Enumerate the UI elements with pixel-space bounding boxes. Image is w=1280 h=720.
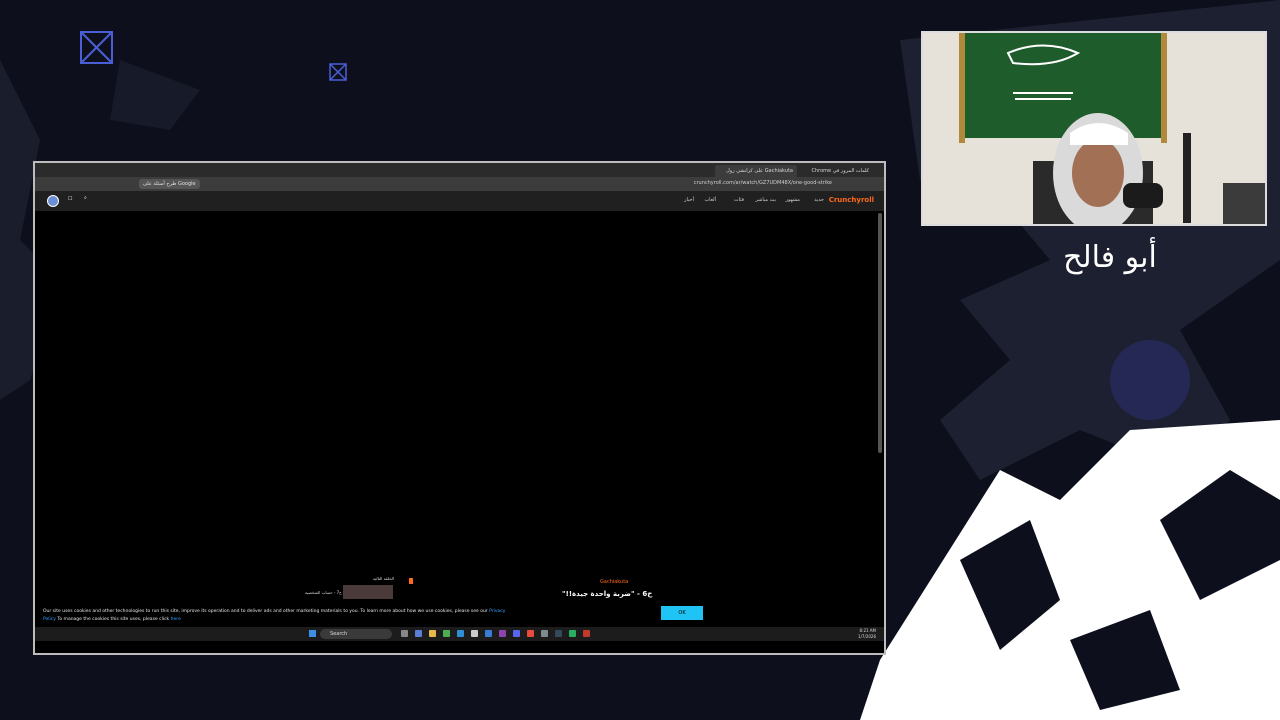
cookie-message: Our site uses cookies and other technolo… [43, 609, 488, 614]
webcam-feed [921, 31, 1267, 226]
nav-item[interactable]: ألعاب [704, 197, 716, 203]
here-link[interactable]: here [171, 617, 181, 622]
nav-item[interactable]: جديد [814, 197, 824, 203]
app-icon[interactable] [527, 630, 534, 637]
browser-tab[interactable]: Gachiakuta على كرانشي رول [715, 165, 797, 177]
bookmark-icon[interactable]: ☐ [68, 196, 72, 202]
site-header: ☐ ⌕ جديد مشهور بث مباشر فئات ألعاب أخبار… [35, 191, 884, 211]
taskbar-search[interactable]: Search [320, 629, 392, 639]
scrollbar[interactable] [878, 213, 882, 453]
app-icon[interactable] [485, 630, 492, 637]
system-clock[interactable]: 8:21 AM 1/7/2026 [858, 628, 876, 640]
ok-button[interactable]: OK [661, 606, 703, 620]
tab-label: كلمات المرور في Chrome [811, 168, 870, 174]
search-label: Search [330, 631, 348, 637]
streamer-name: أبو فالح [1063, 240, 1157, 275]
edge-icon[interactable] [457, 630, 464, 637]
webcam-image [923, 33, 1265, 224]
discord-icon[interactable] [513, 630, 520, 637]
browser-tab-bar: Gachiakuta على كرانشي رول كلمات المرور ف… [35, 163, 884, 177]
bookmark-icon[interactable] [409, 578, 413, 584]
episode-title: ح6 - "ضربة واحدة جيدة!!" [562, 590, 653, 598]
app-icon[interactable] [415, 630, 422, 637]
taskbar: Search 8:21 AM 1/7/2026 [35, 627, 884, 641]
url-field[interactable]: crunchyroll.com/ar/watch/GZ7UDM48X/one-g… [694, 180, 832, 186]
app-icon[interactable] [569, 630, 576, 637]
avatar[interactable] [47, 195, 59, 207]
nav-item[interactable]: مشهور [786, 197, 800, 203]
screen-capture: Gachiakuta على كرانشي رول كلمات المرور ف… [33, 161, 886, 655]
nav-item[interactable]: فئات [734, 197, 744, 203]
cookie-banner: Our site uses cookies and other technolo… [35, 603, 884, 627]
task-view-icon[interactable] [401, 630, 408, 637]
cookie-message-2: To manage the cookies this site uses, pl… [57, 617, 170, 622]
chrome-icon[interactable] [443, 630, 450, 637]
obs-icon[interactable] [583, 630, 590, 637]
cookie-text: Our site uses cookies and other technolo… [43, 608, 513, 624]
browser-tab[interactable]: كلمات المرور في Chrome [805, 165, 873, 177]
next-episode-heading: الحلقة التالية [373, 576, 395, 581]
start-icon[interactable] [309, 630, 316, 637]
capture-footer [35, 641, 884, 653]
tab-label: Gachiakuta على كرانشي رول [726, 168, 793, 174]
bookmark-item[interactable]: طرح أسئلة على Google [139, 179, 200, 189]
next-episode-thumbnail[interactable] [343, 585, 393, 599]
folder-icon[interactable] [429, 630, 436, 637]
app-icon[interactable] [471, 630, 478, 637]
next-episode-title[interactable]: ح7 - حساب الشخصية [305, 590, 342, 595]
nav-item[interactable]: أخبار [684, 197, 694, 203]
clock-date: 1/7/2026 [858, 634, 876, 639]
series-title[interactable]: Gachiakuta [600, 579, 628, 585]
brand-logo[interactable]: Crunchyroll [829, 196, 874, 204]
app-icon[interactable] [541, 630, 548, 637]
search-icon[interactable]: ⌕ [84, 195, 87, 201]
app-icon[interactable] [499, 630, 506, 637]
address-bar: طرح أسئلة على Google crunchyroll.com/ar/… [35, 177, 884, 191]
x-box-icon [329, 63, 347, 81]
app-icon[interactable] [555, 630, 562, 637]
x-box-icon [80, 31, 113, 64]
nav-item[interactable]: بث مباشر [755, 197, 776, 203]
